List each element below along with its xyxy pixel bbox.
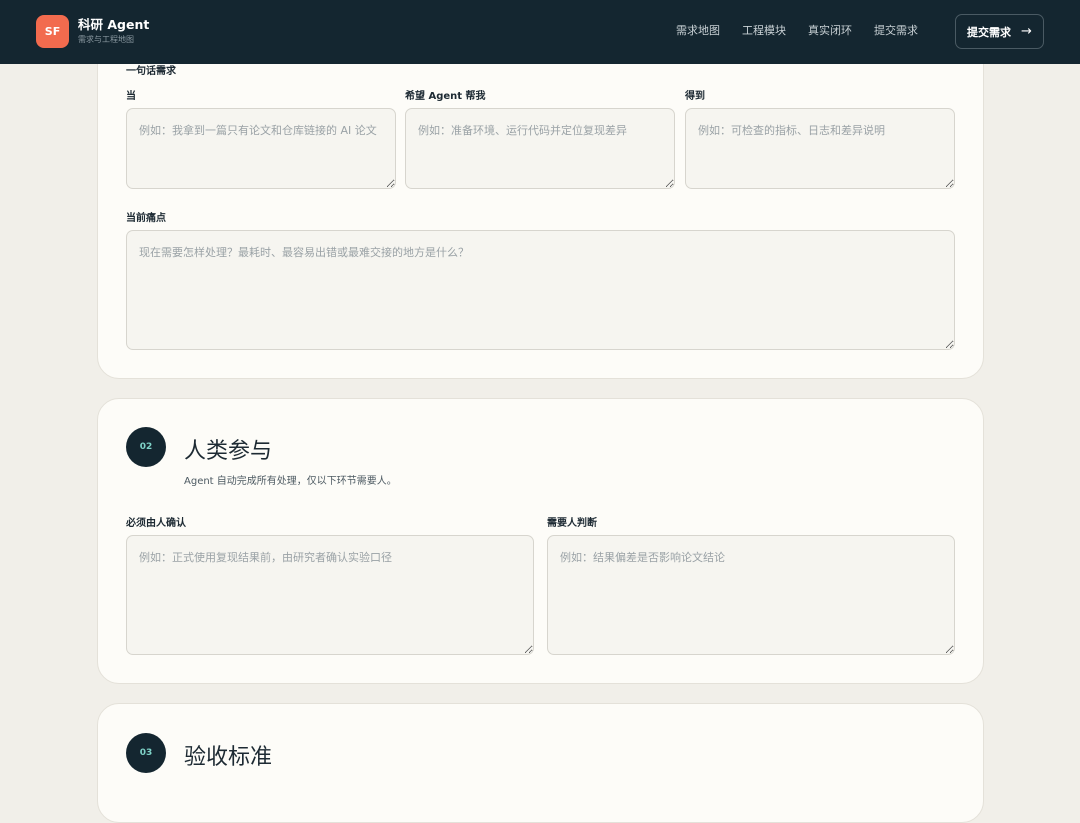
nav-item-engineering-modules[interactable]: 工程模块 <box>742 23 786 39</box>
brand-title: 科研 Agent <box>78 17 150 32</box>
pain-point-label: 当前痛点 <box>126 213 166 224</box>
submit-button-label: 提交需求 <box>967 25 1012 39</box>
nav-item-demand-map[interactable]: 需求地图 <box>676 23 720 39</box>
when-label: 当 <box>126 91 136 102</box>
main-nav: 需求地图 工程模块 真实闭环 提交需求 <box>676 23 940 39</box>
pain-point-input[interactable] <box>126 230 955 350</box>
brand-subtitle: 需求与工程地图 <box>78 35 134 44</box>
nav-item-real-loop[interactable]: 真实闭环 <box>808 23 852 39</box>
want-agent-label: 希望 Agent 帮我 <box>405 91 486 102</box>
section-description: Agent 自动完成所有处理，仅以下环节需要人。 <box>184 476 397 487</box>
needs-judgment-input[interactable] <box>547 535 955 655</box>
get-label: 得到 <box>685 91 705 102</box>
when-input[interactable] <box>126 108 396 189</box>
section-title: 人类参与 <box>184 439 273 464</box>
acceptance-criteria-card: 03 验收标准 <box>97 703 984 823</box>
top-navbar: SF 科研 Agent 需求与工程地图 需求地图 工程模块 真实闭环 提交需求 … <box>0 0 1080 64</box>
brand[interactable]: SF 科研 Agent 需求与工程地图 <box>36 15 149 48</box>
one-sentence-demand-label: 一句话需求 <box>126 66 176 77</box>
step-badge-03: 03 <box>126 733 166 773</box>
needs-judgment-label: 需要人判断 <box>547 518 597 529</box>
arrow-right-icon: → <box>1021 24 1032 39</box>
must-confirm-input[interactable] <box>126 535 534 655</box>
submit-demand-button[interactable]: 提交需求 → <box>955 14 1044 49</box>
brand-logo: SF <box>36 15 69 48</box>
step-badge-02: 02 <box>126 427 166 467</box>
section-title: 验收标准 <box>184 745 273 770</box>
get-input[interactable] <box>685 108 955 189</box>
want-agent-input[interactable] <box>405 108 675 189</box>
must-confirm-label: 必须由人确认 <box>126 518 186 529</box>
human-participation-card: 02 人类参与 Agent 自动完成所有处理，仅以下环节需要人。 必须由人确认 … <box>97 398 984 684</box>
nav-item-submit-demand[interactable]: 提交需求 <box>874 23 918 39</box>
